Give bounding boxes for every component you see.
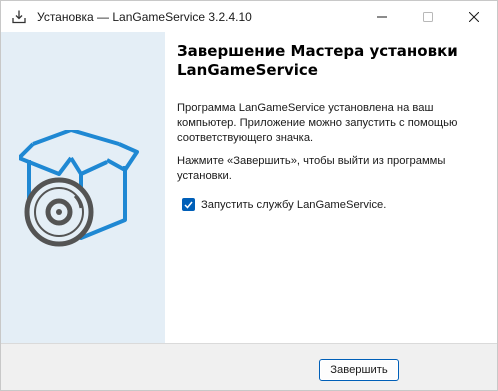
title-bar: Установка — LanGameService 3.2.4.10 (1, 1, 497, 32)
minimize-button[interactable] (359, 1, 405, 32)
side-panel (1, 32, 165, 343)
software-box-with-disc-icon (17, 128, 149, 253)
window-controls (359, 1, 497, 32)
finish-button[interactable]: Завершить (319, 359, 399, 381)
description-text: Программа LanGameService установлена на … (177, 102, 458, 144)
minimize-icon (377, 16, 387, 17)
page-title: Завершение Мастера установки LanGameServ… (177, 42, 458, 79)
checkmark-icon (184, 201, 193, 209)
launch-service-checkbox[interactable] (182, 198, 195, 211)
content-area: Завершение Мастера установки LanGameServ… (165, 32, 497, 343)
instruction-text: Нажмите «Завершить», чтобы выйти из прог… (177, 155, 446, 182)
installer-window: Установка — LanGameService 3.2.4.10 Заве… (0, 0, 498, 391)
maximize-icon (423, 11, 433, 22)
window-title: Установка — LanGameService 3.2.4.10 (37, 9, 252, 24)
download-tray-icon (11, 9, 27, 25)
maximize-button[interactable] (405, 1, 451, 32)
close-icon (469, 11, 479, 22)
launch-service-checkbox-row[interactable]: Запустить службу LanGameService. (182, 198, 386, 211)
close-button[interactable] (451, 1, 497, 32)
footer-bar: Завершить (1, 343, 497, 390)
launch-service-label: Запустить службу LanGameService. (201, 198, 387, 211)
